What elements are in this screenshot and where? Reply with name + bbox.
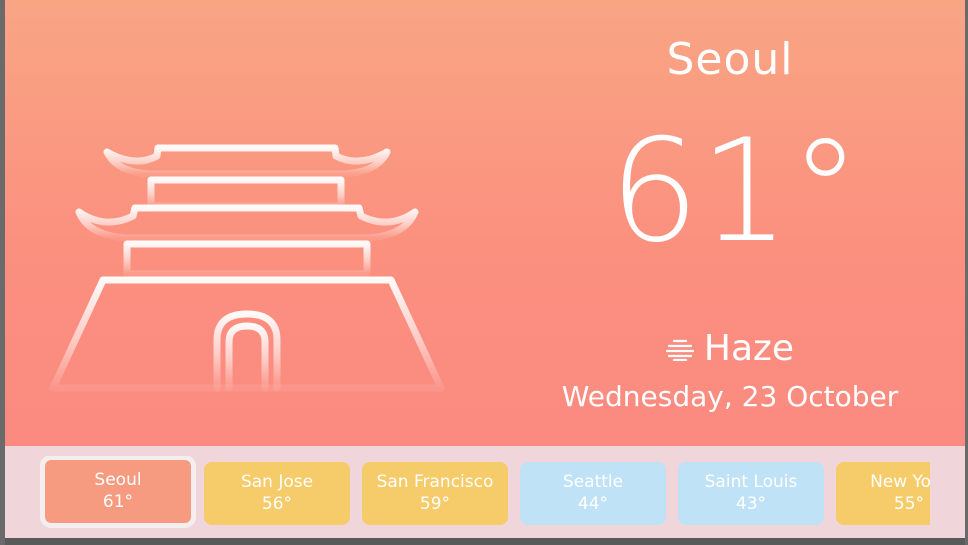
haze-icon <box>665 339 694 361</box>
city-carousel: Seoul 61° San Jose 56° San Francisco 59°… <box>40 456 930 532</box>
city-card-temp: 61° <box>102 492 134 512</box>
bottom-bezel <box>5 538 965 545</box>
city-card-seattle[interactable]: Seattle 44° <box>520 462 666 525</box>
city-card-temp: 44° <box>577 494 609 514</box>
landmark-gate-icon <box>49 144 445 392</box>
city-card-temp: 43° <box>735 494 767 514</box>
city-card-name: San Jose <box>240 472 314 492</box>
city-card-name: Saint Louis <box>704 472 798 492</box>
city-card-name: Seoul <box>94 470 142 490</box>
current-city-name: Seoul <box>666 34 794 85</box>
city-card-new-york[interactable]: New York 55° <box>836 462 930 525</box>
city-card-san-francisco[interactable]: San Francisco 59° <box>362 462 508 525</box>
current-condition: Haze <box>565 328 895 369</box>
city-card-saint-louis[interactable]: Saint Louis 43° <box>678 462 824 525</box>
condition-label: Haze <box>703 328 795 369</box>
city-card-temp: 56° <box>261 494 293 514</box>
weather-hero: Seoul 61° Haze Wednesday, 23 October <box>5 0 965 446</box>
city-card-temp: 55° <box>893 494 925 514</box>
weather-screen: Seoul 61° Haze Wednesday, 23 October Seo… <box>0 0 968 545</box>
city-card-temp: 59° <box>419 494 451 514</box>
city-card-san-jose[interactable]: San Jose 56° <box>204 462 350 525</box>
city-card-name: Seattle <box>562 472 624 492</box>
city-card-seoul[interactable]: Seoul 61° <box>40 456 196 528</box>
current-date: Wednesday, 23 October <box>561 380 899 413</box>
city-card-name: San Francisco <box>376 472 494 492</box>
current-temperature: 61° <box>609 109 861 274</box>
city-card-name: New York <box>870 472 930 492</box>
